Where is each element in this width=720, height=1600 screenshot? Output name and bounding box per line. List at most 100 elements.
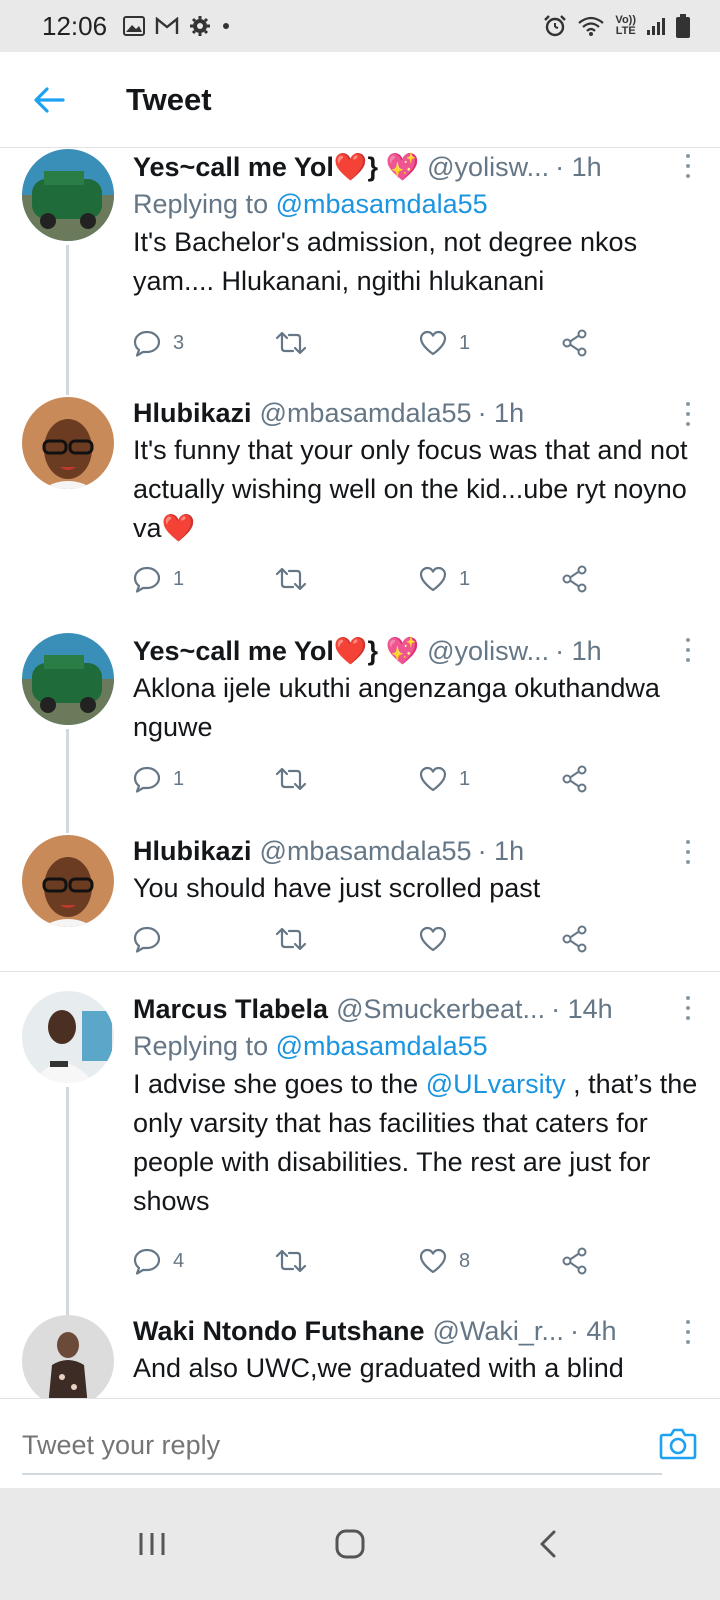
recents-button[interactable] [122,1514,182,1574]
like-button[interactable] [419,921,459,957]
more-options-button[interactable] [678,399,698,429]
avatar[interactable] [22,633,114,725]
avatar[interactable] [22,835,114,927]
share-button[interactable] [561,921,589,957]
tweet-text: I advise she goes to the @ULvarsity , th… [133,1069,698,1216]
timestamp: · 4h [569,1316,617,1346]
tweet-header: Marcus Tlabela @Smuckerbeat... · 14h [133,991,700,1027]
reply-count: 1 [173,767,185,790]
retweet-icon [275,331,307,355]
reply-thread-feed[interactable]: Yes~call me Yol❤️} 💖 @yolisw... · 1h Rep… [0,149,720,1427]
replying-to: Replying to @mbasamdala55 [133,189,488,219]
status-system-icons: Vo)) LTE [543,14,690,38]
display-name[interactable]: Yes~call me Yol❤️} 💖 [133,633,419,669]
more-options-button[interactable] [678,635,698,665]
reply-button[interactable]: 3 [133,325,184,361]
share-button[interactable] [561,761,589,797]
like-count: 1 [459,331,471,354]
more-options-button[interactable] [678,1317,698,1347]
timestamp: · 1h [477,398,525,428]
avatar[interactable] [22,991,114,1083]
avatar[interactable] [22,397,114,489]
mention-link[interactable]: @ULvarsity [426,1069,566,1099]
like-count: 1 [459,767,471,790]
recents-icon [139,1533,165,1555]
retweet-button[interactable] [275,325,319,361]
display-name[interactable]: Waki Ntondo Futshane [133,1313,425,1349]
page-title: Tweet [126,81,212,117]
share-button[interactable] [561,1243,589,1279]
reply-icon [133,926,161,953]
camera-icon [659,1428,697,1460]
display-name[interactable]: Marcus Tlabela [133,991,328,1027]
retweet-icon [275,767,307,791]
like-button[interactable]: 1 [419,561,470,597]
user-handle[interactable]: @Waki_r... [433,1313,564,1349]
like-button[interactable]: 1 [419,761,470,797]
user-handle[interactable]: @yolisw... [427,149,549,185]
display-name[interactable]: Yes~call me Yol❤️} 💖 [133,149,419,185]
reply-button[interactable]: 1 [133,561,184,597]
more-options-button[interactable] [678,993,698,1023]
tweet-text: You should have just scrolled past [133,873,541,903]
mention-link[interactable]: @mbasamdala55 [276,1031,488,1061]
avatar[interactable] [22,1315,114,1407]
top-app-bar: Tweet [0,52,720,148]
display-name[interactable]: Hlubikazi [133,395,252,431]
status-bar: 12:06 Vo)) LTE [0,0,720,52]
thread-line [66,1087,69,1319]
timestamp: · 14h [551,994,613,1024]
share-icon [562,925,587,953]
mention-link[interactable]: @mbasamdala55 [276,189,488,219]
retweet-button[interactable] [275,921,319,957]
dot-icon [223,23,230,29]
tweet-header: Hlubikazi @mbasamdala55 · 1h [133,395,700,431]
reply-button[interactable]: 4 [133,1243,184,1279]
retweet-button[interactable] [275,1243,319,1279]
tweet-header: Hlubikazi @mbasamdala55 · 1h [133,833,700,869]
nav-back-button[interactable] [518,1514,578,1574]
tweet-text: And also UWC,we graduated with a blind [133,1353,624,1383]
avatar[interactable] [22,149,114,241]
gmail-icon [155,17,179,34]
user-handle[interactable]: @yolisw... [427,633,549,669]
retweet-icon [275,1249,307,1273]
status-notification-icons [123,15,231,37]
like-button[interactable]: 1 [419,325,470,361]
retweet-icon [275,927,307,951]
back-button[interactable] [0,52,98,148]
tweet-text: Aklona ijele ukuthi angenzanga okuthandw… [133,673,660,742]
home-button[interactable] [320,1514,380,1574]
user-handle[interactable]: @Smuckerbeat... [336,991,545,1027]
reply-icon [133,566,161,593]
retweet-icon [275,567,307,591]
more-options-button[interactable] [678,151,698,181]
like-count: 8 [459,1249,471,1272]
like-button[interactable]: 8 [419,1243,470,1279]
user-handle[interactable]: @mbasamdala55 [260,833,472,869]
home-icon [335,1529,365,1559]
arrow-left-icon [34,86,65,113]
heart-icon [419,566,447,592]
camera-button[interactable] [658,1423,698,1463]
retweet-button[interactable] [275,561,319,597]
reply-count: 4 [173,1249,185,1272]
reply-input[interactable] [22,1417,662,1475]
timestamp: · 1h [555,152,602,182]
battery-icon [676,14,690,38]
retweet-button[interactable] [275,761,319,797]
user-handle[interactable]: @mbasamdala55 [260,395,472,431]
more-options-button[interactable] [678,837,698,867]
share-icon [562,329,587,357]
wifi-icon [578,16,605,36]
display-name[interactable]: Hlubikazi [133,833,252,869]
thread-line [66,729,69,833]
reply-count: 1 [173,567,185,590]
conversation-divider [0,971,720,972]
alarm-icon [544,15,567,37]
tweet-actions: 4 8 [133,1243,603,1279]
share-button[interactable] [561,325,589,361]
reply-button[interactable] [133,921,173,957]
reply-button[interactable]: 1 [133,761,184,797]
share-button[interactable] [561,561,589,597]
